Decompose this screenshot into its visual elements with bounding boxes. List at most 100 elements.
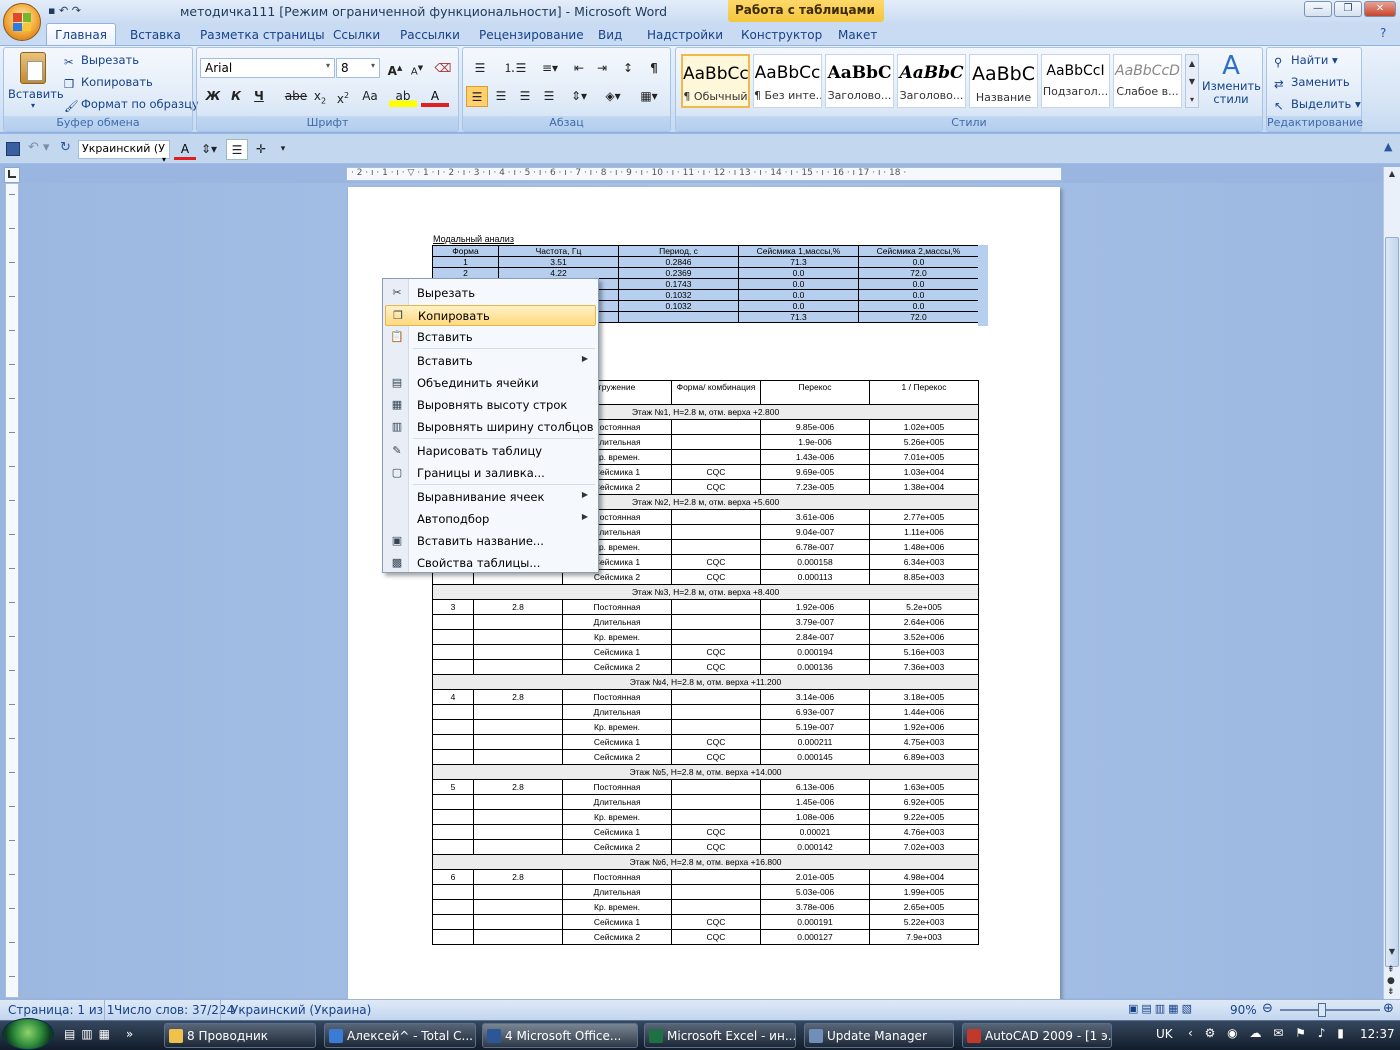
table-cell[interactable]: 1.08e-006 (760, 809, 870, 825)
table-cell[interactable]: 0.000113 (760, 569, 870, 585)
table-cell[interactable]: 4.22 (498, 267, 619, 279)
table-cell[interactable]: 0.0 (858, 289, 979, 301)
menu-item[interactable]: ▢ Границы и заливка... (385, 463, 596, 484)
multilevel-list-icon[interactable]: ≡▾ (535, 58, 565, 79)
grow-font-button[interactable]: A▲ (384, 58, 406, 79)
table-cell[interactable]: 2.8 (473, 869, 563, 885)
tab-references[interactable]: Ссылки (333, 26, 380, 45)
table-cell[interactable]: 72.0 (858, 267, 979, 279)
table-cell[interactable]: 3.14e-006 (760, 689, 870, 705)
table-cell[interactable] (432, 809, 474, 825)
taskbar-button[interactable]: Microsoft Excel - ин... (644, 1023, 796, 1048)
find-button[interactable]: ⚲ Найти ▾ (1274, 53, 1338, 69)
table-cell[interactable]: 71.3 (738, 311, 859, 323)
table-cell[interactable]: 0.000127 (760, 929, 870, 945)
taskbar-button[interactable]: 4 Microsoft Office... (482, 1023, 638, 1048)
undo-icon[interactable]: ↶ (59, 4, 68, 17)
table-cell[interactable]: Кр. времен. (562, 629, 672, 645)
table-cell[interactable]: 0.000136 (760, 659, 870, 675)
line-spacing-icon[interactable]: ⇕▾ (565, 86, 593, 107)
table-cell[interactable] (671, 899, 761, 915)
table-cell[interactable]: 3.79e-007 (760, 614, 870, 630)
page-count[interactable]: Страница: 1 из 1 (8, 1003, 114, 1017)
table-cell[interactable] (671, 689, 761, 705)
table-cell[interactable]: 3.78e-006 (760, 899, 870, 915)
table-cell[interactable]: 4.98e+004 (869, 869, 979, 885)
table-cell[interactable] (432, 704, 474, 720)
save-icon[interactable] (6, 142, 20, 156)
align-left-icon[interactable]: ☰ (466, 86, 488, 107)
table-cell[interactable]: 6.78e-007 (760, 539, 870, 555)
table-cell[interactable]: 0.0 (858, 256, 979, 268)
table-cell[interactable]: 0.1032 (618, 289, 739, 301)
tab-layout[interactable]: Макет (838, 26, 877, 45)
table-cell[interactable]: 0.000194 (760, 644, 870, 660)
menu-item[interactable]: 📋 Вставить (385, 327, 596, 348)
copy-button[interactable]: ❐ Копировать (64, 75, 153, 91)
quick-launch-icons[interactable]: ▤▥▦ » (64, 1027, 139, 1041)
table-cell[interactable]: Сейсмика 2,массы,% (858, 245, 979, 257)
zoom-slider-thumb[interactable] (1318, 1003, 1326, 1017)
table-cell[interactable]: 2.65e+005 (869, 899, 979, 915)
table-cell[interactable] (473, 749, 563, 765)
tab-design[interactable]: Конструктор (741, 26, 822, 45)
table-cell[interactable] (473, 794, 563, 810)
table-cell[interactable]: 1.44e+006 (869, 704, 979, 720)
table-cell[interactable] (432, 719, 474, 735)
table-cell[interactable]: Сейсмика 2 (562, 749, 672, 765)
table-cell[interactable]: 7.36e+003 (869, 659, 979, 675)
table-cell[interactable]: Длительная (562, 794, 672, 810)
table-cell[interactable] (432, 914, 474, 930)
table-cell[interactable] (671, 779, 761, 795)
table-cell[interactable]: CQC (671, 569, 761, 585)
sort-icon[interactable]: ↕ (617, 58, 639, 79)
view-buttons[interactable]: ▣▤▥▦▧ (1128, 1002, 1195, 1015)
tab-view[interactable]: Вид (598, 26, 622, 45)
table-cell[interactable]: 1.9e-006 (760, 434, 870, 450)
shrink-font-button[interactable]: A▼ (406, 58, 428, 79)
replace-button[interactable]: ⇄ Заменить (1274, 75, 1350, 91)
decrease-indent-icon[interactable]: ⇤ (568, 58, 590, 79)
table-cell[interactable] (473, 884, 563, 900)
language-status[interactable]: Украинский (Украина) (231, 1003, 371, 1017)
scroll-up-icon[interactable]: ▲ (1385, 169, 1399, 183)
table-cell[interactable] (671, 809, 761, 825)
table-cell[interactable] (671, 629, 761, 645)
table-cell[interactable]: 7.02e+003 (869, 839, 979, 855)
table-cell[interactable]: 4.76e+003 (869, 824, 979, 840)
table-cell[interactable]: 5.19e-007 (760, 719, 870, 735)
table-cell[interactable] (671, 614, 761, 630)
table-cell[interactable] (473, 614, 563, 630)
zoom-out-icon[interactable]: ⊖ (1262, 1001, 1273, 1016)
table-cell[interactable]: Постоянная (562, 689, 672, 705)
table-cell[interactable] (473, 629, 563, 645)
styles-scroll[interactable]: ▲ ▼ ▾ (1185, 54, 1199, 108)
table-cell[interactable]: 5.26e+005 (869, 434, 979, 450)
table-cell[interactable]: Длительная (562, 884, 672, 900)
menu-item[interactable]: ▣ Вставить название... (385, 531, 596, 552)
table-cell[interactable] (473, 839, 563, 855)
table-cell[interactable]: Постоянная (562, 779, 672, 795)
tab-selector[interactable] (4, 167, 20, 183)
ribbon-minimize-icon[interactable]: ▲ (1384, 140, 1392, 153)
table-cell[interactable] (671, 419, 761, 435)
table-cell[interactable]: CQC (671, 839, 761, 855)
maximize-button[interactable]: ❐ (1334, 1, 1362, 17)
shading-icon[interactable]: ◈▾ (598, 86, 628, 107)
menu-item[interactable]: ❐ Копировать (385, 305, 596, 326)
table-cell[interactable]: 3 (432, 599, 474, 615)
menu-item[interactable]: ▩ Свойства таблицы... (385, 553, 596, 574)
table-cell[interactable]: CQC (671, 479, 761, 495)
table-cell[interactable]: Период, с (618, 245, 739, 257)
table-cell[interactable]: 6 (432, 869, 474, 885)
table-cell[interactable]: 3.18e+005 (869, 689, 979, 705)
style-subtle[interactable]: AaBbCcD Слабое в... (1113, 54, 1182, 108)
table-cell[interactable]: 2.77e+005 (869, 509, 979, 525)
tab-addins[interactable]: Надстройки (647, 26, 723, 45)
help-icon[interactable]: ? (1380, 26, 1386, 40)
italic-button[interactable]: К (225, 86, 247, 107)
format-painter-button[interactable]: 🖌 Формат по образцу (64, 97, 199, 113)
scroll-thumb[interactable] (1385, 237, 1399, 967)
table-cell[interactable]: CQC (671, 824, 761, 840)
style-heading2[interactable]: AaBbC Заголово... (897, 54, 966, 108)
